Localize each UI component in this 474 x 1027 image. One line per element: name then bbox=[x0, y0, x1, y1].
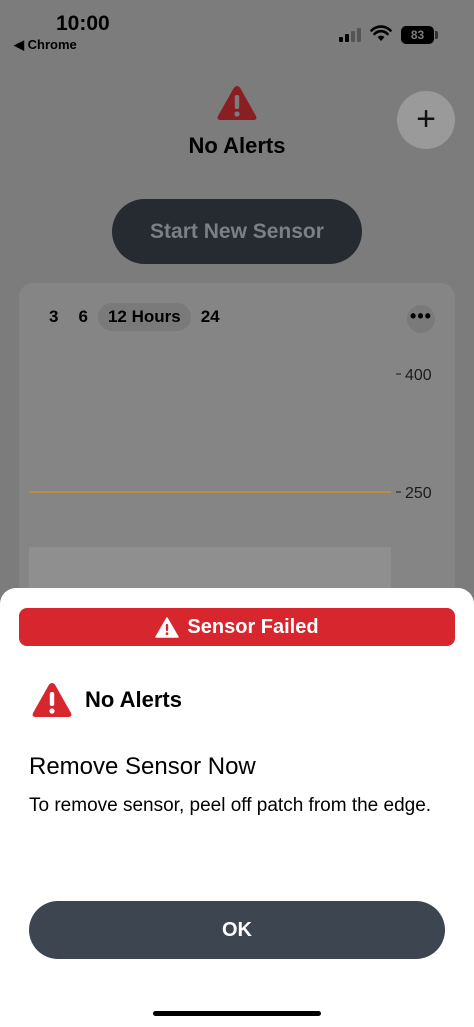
status-time: 10:00 bbox=[56, 12, 110, 35]
home-indicator[interactable] bbox=[153, 1011, 321, 1016]
banner-label: Sensor Failed bbox=[187, 615, 319, 638]
plus-icon: + bbox=[416, 100, 436, 138]
battery-icon: 83 bbox=[401, 26, 434, 44]
sheet-title: Remove Sensor Now bbox=[29, 753, 256, 780]
warning-triangle-icon bbox=[32, 683, 72, 717]
cellular-signal-icon bbox=[339, 27, 363, 42]
wifi-icon bbox=[370, 25, 392, 41]
alert-status-row: No Alerts bbox=[31, 680, 182, 720]
back-to-chrome-link[interactable]: ◀ Chrome bbox=[14, 37, 77, 53]
sheet-body-text: To remove sensor, peel off patch from th… bbox=[29, 795, 432, 816]
start-new-sensor-button[interactable]: Start New Sensor bbox=[112, 199, 362, 264]
add-button[interactable]: + bbox=[397, 91, 455, 149]
warning-triangle-icon bbox=[217, 86, 257, 120]
sensor-failed-banner: Sensor Failed bbox=[19, 608, 455, 646]
y-tick-label: 250 bbox=[405, 485, 432, 502]
ok-button[interactable]: OK bbox=[29, 901, 445, 959]
battery-tip bbox=[435, 31, 438, 39]
sensor-failed-sheet: Sensor Failed No Alerts Remove Sensor No… bbox=[0, 588, 474, 1027]
status-bar: 10:00 ◀ Chrome 83 bbox=[0, 0, 474, 60]
warning-triangle-icon bbox=[155, 616, 180, 638]
alert-status-label: No Alerts bbox=[85, 687, 182, 712]
y-tick-label: 400 bbox=[405, 367, 432, 384]
